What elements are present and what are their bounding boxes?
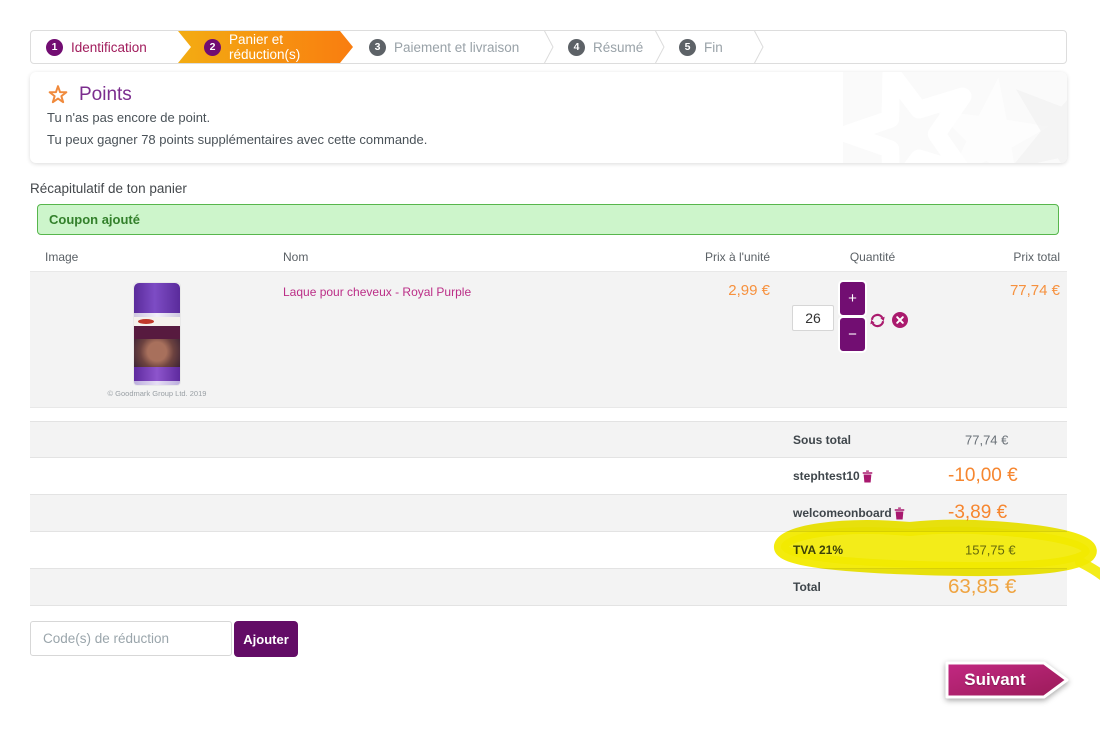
step-paiement-et-livraison[interactable]: 3 Paiement et livraison [353, 31, 543, 63]
step-number-badge: 5 [679, 38, 696, 56]
coupon-code-text: stephtest10 [793, 469, 860, 483]
can-cap [134, 283, 180, 313]
quantity-decrease-button[interactable]: − [838, 316, 867, 353]
step-fin[interactable]: 5 Fin [665, 31, 753, 63]
subtotal-label: Sous total [793, 432, 852, 447]
unit-price: 2,99 € [728, 282, 770, 299]
coupon-added-banner: Coupon ajouté [37, 204, 1059, 235]
subtotal-value: 77,74 € [965, 432, 1009, 447]
column-header-name: Nom [283, 250, 309, 264]
step-label: Fin [704, 39, 723, 55]
points-panel: Points Tu n'as pas encore de point. Tu p… [30, 72, 1067, 163]
brand-logo [138, 319, 154, 324]
next-step-button[interactable]: Suivant [944, 659, 1072, 701]
next-button-label: Suivant [964, 670, 1026, 689]
cart-table-header: Image Nom Prix à l'unité Quantité Prix t… [30, 250, 1067, 270]
points-header: Points [47, 84, 132, 106]
step-separator-icon [543, 31, 554, 63]
step-number-badge: 3 [369, 38, 386, 56]
step-resume[interactable]: 4 Résumé [554, 31, 654, 63]
cart-summary-heading: Récapitulatif de ton panier [30, 181, 187, 196]
points-title: Points [79, 84, 132, 105]
step-label: Identification [71, 39, 147, 55]
coupon-code-text: welcomeonboard [793, 506, 892, 520]
close-icon [892, 312, 908, 328]
step-number-badge: 4 [568, 38, 585, 56]
remove-item-button[interactable] [891, 311, 909, 329]
can-label-top [134, 317, 180, 326]
tax-value: 157,75 € [965, 542, 1016, 558]
column-header-total: Prix total [1013, 250, 1060, 264]
quantity-input[interactable] [792, 305, 834, 331]
column-header-image: Image [45, 250, 79, 264]
coupon-code-input[interactable] [30, 621, 232, 656]
column-header-unit-price: Prix à l'unité [705, 250, 770, 264]
total-label: Total [793, 580, 821, 594]
step-panier-et-reductions[interactable]: 2 Panier et réduction(s) [178, 31, 353, 63]
cart-item-row: © Goodmark Group Ltd. 2019 Laque pour ch… [30, 271, 1067, 408]
cart-totals: Sous total 77,74 € stephtest10 -10,00 € … [30, 421, 1067, 606]
step-number-badge: 1 [46, 38, 63, 56]
coupon-row-welcomeonboard: welcomeonboard -3,89 € [30, 495, 1067, 532]
product-image: © Goodmark Group Ltd. 2019 [102, 283, 212, 398]
can-base [134, 381, 180, 385]
coupon-label: welcomeonboard [793, 506, 905, 520]
image-copyright: © Goodmark Group Ltd. 2019 [107, 389, 207, 398]
quantity-increase-button[interactable]: + [838, 280, 867, 317]
coupon-discount-value: -3,89 € [948, 502, 1008, 523]
can-label-photo [134, 339, 180, 367]
coupon-row-stephtest10: stephtest10 -10,00 € [30, 458, 1067, 495]
refresh-quantity-button[interactable] [868, 311, 886, 329]
points-status-text: Tu n'as pas encore de point. [47, 110, 211, 125]
trash-icon [862, 470, 872, 482]
can-label-bottom [134, 367, 180, 381]
step-label: Panier et réduction(s) [229, 32, 301, 62]
star-icon [48, 85, 68, 104]
add-coupon-button[interactable]: Ajouter [234, 621, 298, 657]
star-watermark [843, 72, 1067, 163]
trash-icon [894, 507, 904, 519]
product-name-link[interactable]: Laque pour cheveux - Royal Purple [283, 285, 471, 299]
points-earn-text: Tu peux gagner 78 points supplémentaires… [47, 132, 428, 147]
step-number-badge: 2 [204, 39, 221, 56]
total-row: Total 63,85 € [30, 569, 1067, 606]
line-total-price: 77,74 € [1009, 282, 1060, 299]
step-separator-icon [753, 31, 764, 63]
remove-coupon-button[interactable] [862, 470, 873, 483]
coupon-label: stephtest10 [793, 469, 873, 483]
checkout-page: 1 Identification 2 Panier et réduction(s… [0, 0, 1100, 732]
can-label-band [134, 326, 180, 339]
step-identification[interactable]: 1 Identification [31, 31, 191, 63]
step-label: Paiement et livraison [394, 39, 520, 55]
coupon-discount-value: -10,00 € [948, 465, 1018, 486]
step-separator-icon [654, 31, 665, 63]
tax-row: TVA 21% 157,75 € [30, 532, 1067, 569]
total-value: 63,85 € [948, 575, 1017, 598]
checkout-steps-bar: 1 Identification 2 Panier et réduction(s… [30, 30, 1067, 64]
subtotal-row: Sous total 77,74 € [30, 421, 1067, 458]
star-watermark-icon [843, 72, 1067, 163]
refresh-icon [869, 313, 885, 327]
step-label: Résumé [593, 39, 644, 55]
column-header-quantity: Quantité [849, 250, 896, 264]
remove-coupon-button[interactable] [894, 507, 905, 520]
tax-label: TVA 21% [793, 543, 844, 557]
hairspray-can-image [134, 283, 180, 385]
